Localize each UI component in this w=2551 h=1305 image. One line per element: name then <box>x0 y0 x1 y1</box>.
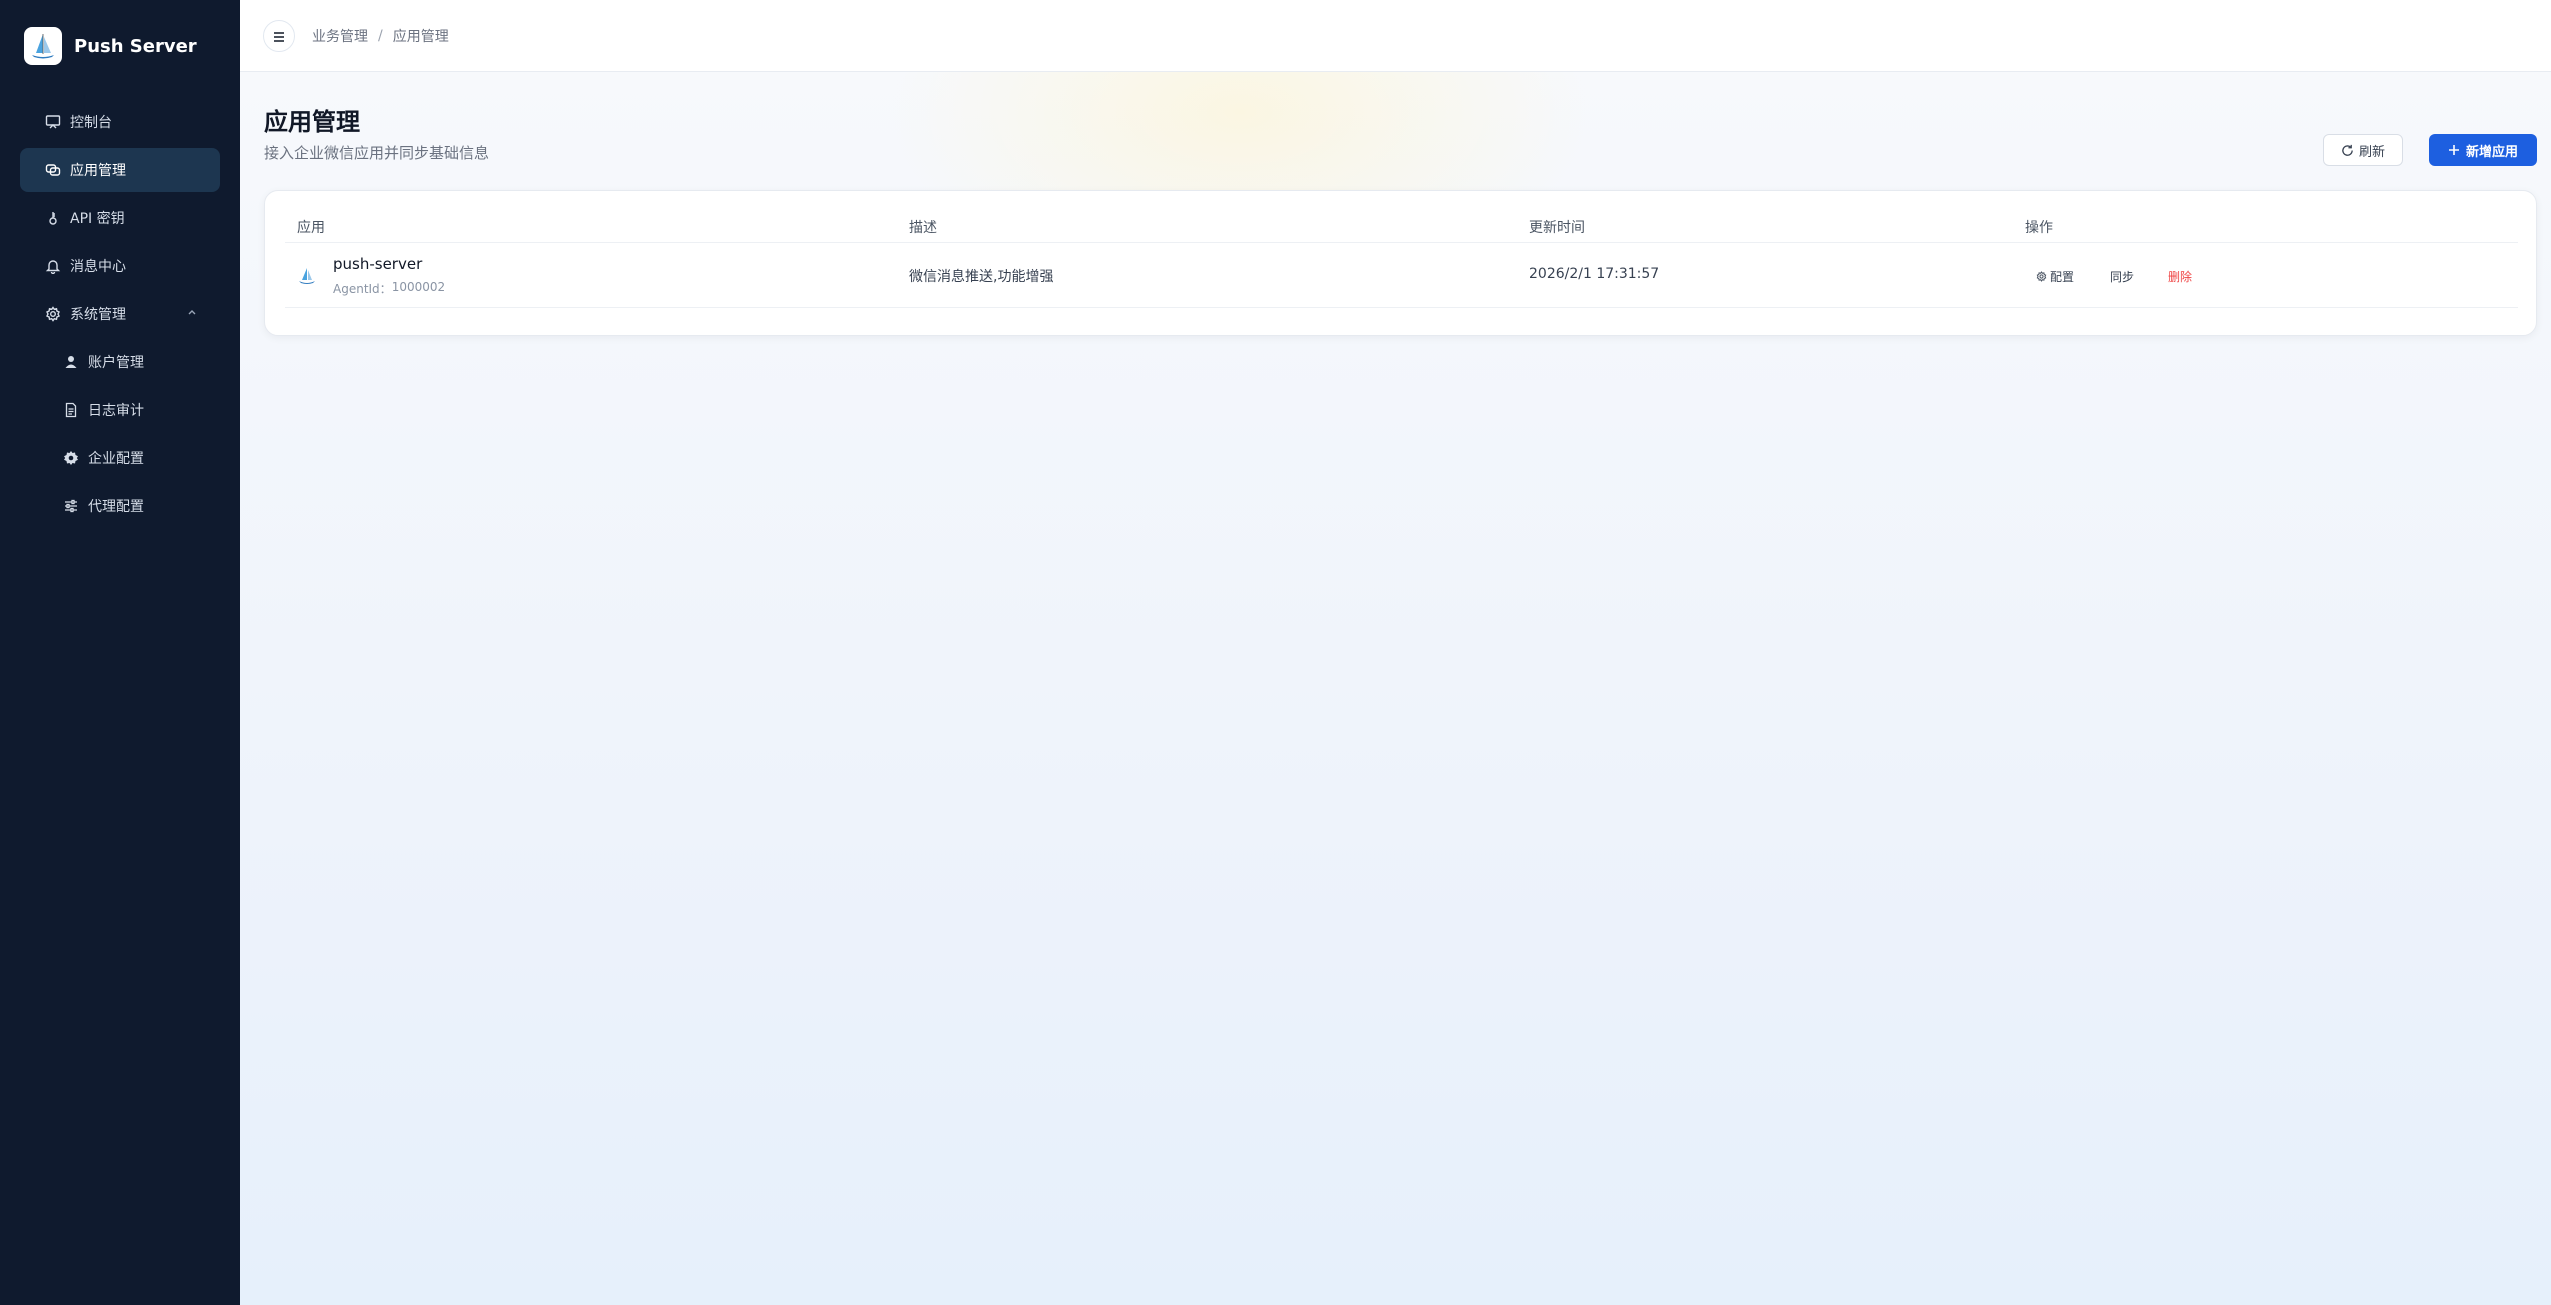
refresh-button[interactable]: 刷新 <box>2323 134 2403 166</box>
sidebar-item-enterprise-config[interactable]: 企业配置 <box>20 436 220 480</box>
page-subtitle: 接入企业微信应用并同步基础信息 <box>264 144 490 162</box>
key-icon <box>44 209 62 227</box>
cog-icon <box>62 449 80 467</box>
refresh-label: 刷新 <box>2358 144 2385 160</box>
app-name: push-server <box>333 255 423 273</box>
sidebar-item-system[interactable]: 系统管理 <box>20 292 220 336</box>
sidebar-item-audit-log[interactable]: 日志审计 <box>20 388 220 432</box>
sidebar-item-label: 代理配置 <box>88 499 144 515</box>
chevron-up-icon <box>186 306 198 322</box>
breadcrumb: 业务管理 / 应用管理 <box>312 26 449 46</box>
app-logo <box>24 27 62 65</box>
topbar: 业务管理 / 应用管理 <box>240 0 2551 72</box>
sidebar-item-apps[interactable]: 应用管理 <box>20 148 220 192</box>
sidebar-item-label: 应用管理 <box>70 163 126 179</box>
sidebar-item-dashboard[interactable]: 控制台 <box>20 100 220 144</box>
sidebar-item-label: 消息中心 <box>70 259 126 275</box>
document-icon <box>62 401 80 419</box>
page-title: 应用管理 <box>264 108 360 136</box>
agent-id-value: 1000002 <box>391 280 446 294</box>
breadcrumb-separator: / <box>378 28 383 44</box>
column-header-app: 应用 <box>297 220 325 236</box>
config-button[interactable]: 配置 <box>2036 268 2074 285</box>
gear-icon <box>44 305 62 323</box>
sidebar-item-messages[interactable]: 消息中心 <box>20 244 220 288</box>
breadcrumb-item-business[interactable]: 业务管理 <box>312 26 368 46</box>
user-icon <box>62 353 80 371</box>
add-app-button[interactable]: 新增应用 <box>2429 134 2537 166</box>
apps-icon <box>44 161 62 179</box>
sidebar-nav: 控制台 应用管理 API 密钥 消息中心 系统管理 账户管理 日志审计 企业配置… <box>20 100 220 532</box>
agent-id-label: AgentId： <box>333 282 392 296</box>
dashboard-icon <box>44 113 62 131</box>
add-app-label: 新增应用 <box>2465 144 2518 160</box>
table-header: 应用 描述 更新时间 操作 <box>285 211 2518 243</box>
app-title: Push Server <box>74 35 197 57</box>
app-description: 微信消息推送,功能增强 <box>909 269 1054 285</box>
column-header-description: 描述 <box>909 220 937 236</box>
sidebar-item-proxy-config[interactable]: 代理配置 <box>20 484 220 528</box>
app-updated-time: 2026/2/1 17:31:57 <box>1529 266 1660 282</box>
config-label: 配置 <box>2050 270 2075 284</box>
brand[interactable]: Push Server <box>24 27 197 65</box>
sidebar-item-accounts[interactable]: 账户管理 <box>20 340 220 384</box>
sidebar-item-label: 账户管理 <box>88 355 144 371</box>
bell-icon <box>44 257 62 275</box>
main-content: 应用管理 接入企业微信应用并同步基础信息 刷新 新增应用 应用 描述 更新时间 … <box>240 72 2551 1305</box>
sidebar-item-label: API 密钥 <box>70 211 125 227</box>
column-header-updated: 更新时间 <box>1529 220 1585 236</box>
sidebar-item-label: 日志审计 <box>88 403 144 419</box>
apps-table-card: 应用 描述 更新时间 操作 push-server AgentId： 10000… <box>264 190 2537 336</box>
sidebar-item-label: 企业配置 <box>88 451 144 467</box>
table-row: push-server AgentId： 1000002 微信消息推送,功能增强… <box>285 243 2518 308</box>
refresh-icon <box>2341 144 2354 157</box>
app-icon <box>297 266 317 286</box>
sync-button[interactable]: 同步 <box>2110 268 2134 285</box>
menu-toggle-button[interactable] <box>263 20 295 52</box>
gear-icon <box>2036 271 2047 282</box>
app-agent-id: AgentId： 1000002 <box>333 280 445 297</box>
sidebar-item-api-keys[interactable]: API 密钥 <box>20 196 220 240</box>
sidebar-item-label: 控制台 <box>70 115 112 131</box>
breadcrumb-item-current: 应用管理 <box>392 29 449 45</box>
plus-icon <box>2448 144 2460 156</box>
delete-button[interactable]: 删除 <box>2168 268 2192 285</box>
hamburger-icon <box>273 27 285 46</box>
column-header-actions: 操作 <box>2025 220 2053 236</box>
sidebar: Push Server 控制台 应用管理 API 密钥 消息中心 系统管理 账户… <box>0 0 240 1305</box>
sidebar-item-label: 系统管理 <box>70 307 126 323</box>
sliders-icon <box>62 497 80 515</box>
